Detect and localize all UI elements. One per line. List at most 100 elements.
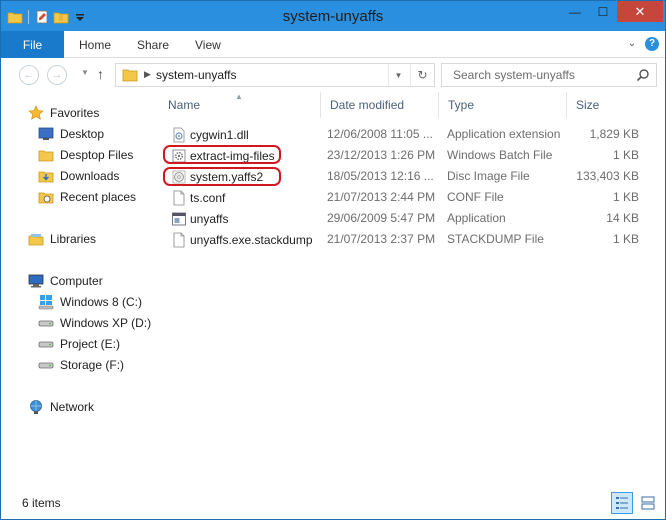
nav-item-desptop-files[interactable]: Desptop Files	[1, 144, 151, 165]
file-type: Application	[447, 211, 506, 225]
file-type: Disc Image File	[447, 169, 530, 183]
column-header-label: Type	[448, 98, 475, 112]
nav-network[interactable]: Network	[1, 396, 151, 417]
file-name: ts.conf	[190, 191, 226, 205]
file-name: unyaffs.exe.stackdump	[190, 233, 313, 247]
hard-drive-icon	[38, 357, 54, 373]
network-icon	[28, 399, 44, 415]
file-size: 1 KB	[612, 148, 639, 162]
file-name-cell: unyaffs.exe.stackdump	[171, 232, 313, 248]
tab-file[interactable]: File	[1, 31, 64, 58]
nav-label: Network	[50, 399, 95, 414]
nav-label: Windows XP (D:)	[60, 315, 152, 330]
address-bar[interactable]: ▶ system-unyaffs ▼ ↻	[115, 63, 435, 87]
address-dropdown-icon[interactable]: ▼	[388, 64, 408, 86]
forward-button[interactable]: →	[47, 65, 67, 85]
nav-favorites[interactable]: Favorites	[1, 102, 151, 123]
nav-label: Downloads	[60, 168, 120, 183]
search-icon[interactable]	[636, 68, 650, 82]
help-icon[interactable]: ?	[645, 37, 659, 51]
blank-file-icon	[171, 232, 187, 248]
nav-item-drive-e[interactable]: Project (E:)	[1, 333, 151, 354]
nav-label: Recent places	[60, 189, 137, 204]
breadcrumb-separator-icon[interactable]: ▶	[144, 69, 151, 80]
file-size: 1 KB	[612, 190, 639, 204]
details-view-button[interactable]	[611, 492, 633, 514]
table-row[interactable]: ts.conf 21/07/2013 2:44 PM CONF File 1 K…	[159, 187, 665, 208]
nav-label: Storage (F:)	[60, 357, 125, 372]
highlight-ring	[163, 145, 281, 164]
nav-item-downloads[interactable]: Downloads	[1, 165, 151, 186]
column-header-size[interactable]: Size	[567, 92, 657, 118]
folder-icon	[38, 147, 54, 163]
file-date: 21/07/2013 2:44 PM	[327, 190, 436, 204]
ribbon-right-controls: ⌄ ?	[625, 37, 659, 51]
windows-drive-icon	[38, 294, 54, 310]
hard-drive-icon	[38, 315, 54, 331]
desktop-icon	[38, 126, 54, 142]
tab-view[interactable]: View	[195, 38, 221, 52]
downloads-folder-icon	[38, 168, 54, 184]
file-name: cygwin1.dll	[190, 128, 249, 142]
nav-label: Desktop	[60, 126, 105, 141]
recent-locations-dropdown[interactable]: ▼	[81, 68, 89, 77]
expand-ribbon-chevron-icon[interactable]: ⌄	[625, 37, 639, 51]
nav-computer[interactable]: Computer	[1, 270, 151, 291]
tab-home[interactable]: Home	[79, 38, 111, 52]
explorer-window: system-unyaffs — ☐ ✕ File Home Share Vie…	[0, 0, 666, 520]
breadcrumb-current[interactable]: system-unyaffs	[156, 68, 236, 82]
nav-item-drive-c[interactable]: Windows 8 (C:)	[1, 291, 151, 312]
hard-drive-icon	[38, 336, 54, 352]
details-view-icon	[616, 497, 628, 509]
item-count: 6 items	[22, 496, 61, 510]
nav-item-desktop[interactable]: Desktop	[1, 123, 151, 144]
search-input[interactable]	[442, 64, 632, 86]
file-date: 23/12/2013 1:26 PM	[327, 148, 436, 162]
nav-label: Windows 8 (C:)	[60, 294, 143, 309]
search-box[interactable]	[441, 63, 657, 87]
file-name: unyaffs	[190, 212, 229, 226]
up-arrow-icon[interactable]: ↑	[97, 66, 104, 82]
nav-item-drive-d[interactable]: Windows XP (D:)	[1, 312, 151, 333]
file-size: 133,403 KB	[576, 169, 639, 183]
dll-file-icon	[171, 127, 187, 143]
nav-label: Favorites	[50, 105, 100, 120]
nav-label: Libraries	[50, 231, 97, 246]
nav-label: Computer	[50, 273, 103, 288]
column-header-date[interactable]: Date modified	[321, 92, 439, 118]
application-icon	[171, 211, 187, 227]
status-bar: 6 items	[1, 489, 665, 519]
table-row[interactable]: unyaffs 29/06/2009 5:47 PM Application 1…	[159, 208, 665, 229]
maximize-button[interactable]: ☐	[589, 1, 617, 22]
table-row[interactable]: cygwin1.dll 12/06/2008 11:05 ... Applica…	[159, 124, 665, 145]
file-name-cell: unyaffs	[171, 211, 228, 227]
large-icons-view-button[interactable]	[637, 492, 659, 514]
file-type: Windows Batch File	[447, 148, 553, 162]
close-button[interactable]: ✕	[617, 1, 663, 22]
column-header-type[interactable]: Type	[439, 92, 567, 118]
column-header-name[interactable]: Name ▲	[159, 92, 321, 118]
nav-libraries[interactable]: Libraries	[1, 228, 151, 249]
table-row[interactable]: unyaffs.exe.stackdump 21/07/2013 2:37 PM…	[159, 229, 665, 250]
tab-share[interactable]: Share	[137, 38, 169, 52]
nav-item-drive-f[interactable]: Storage (F:)	[1, 354, 151, 375]
refresh-icon[interactable]: ↻	[410, 64, 434, 86]
navigation-bar: ← → ▼ ↑ ▶ system-unyaffs ▼ ↻	[1, 58, 665, 92]
file-date: 21/07/2013 2:37 PM	[327, 232, 436, 246]
file-size: 14 KB	[606, 211, 639, 225]
title-bar[interactable]: system-unyaffs — ☐ ✕	[1, 1, 665, 31]
back-button[interactable]: ←	[19, 65, 39, 85]
window-controls: — ☐ ✕	[561, 1, 663, 22]
file-type: Application extension	[447, 127, 561, 141]
minimize-button[interactable]: —	[561, 1, 589, 22]
file-size: 1 KB	[612, 232, 639, 246]
sort-ascending-icon: ▲	[235, 92, 243, 101]
blank-file-icon	[171, 190, 187, 206]
nav-item-recent-places[interactable]: Recent places	[1, 186, 151, 207]
file-type: CONF File	[447, 190, 504, 204]
ribbon-tabs: File Home Share View ⌄ ?	[1, 31, 665, 58]
file-list: Name ▲ Date modified Type Size cygwin1.d…	[159, 92, 665, 489]
file-name-cell: ts.conf	[171, 190, 225, 206]
file-date: 12/06/2008 11:05 ...	[327, 127, 433, 141]
recent-places-icon	[38, 189, 54, 205]
